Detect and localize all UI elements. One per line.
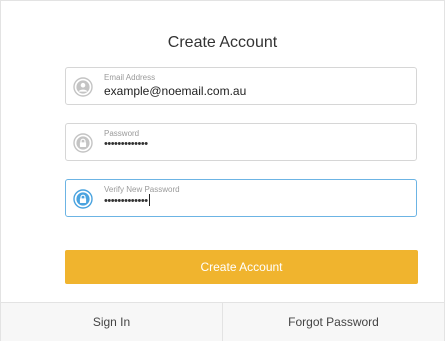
sign-in-link[interactable]: Sign In: [1, 303, 222, 341]
verify-password-value: •••••••••••••: [104, 195, 148, 207]
footer-links: Sign In Forgot Password: [1, 302, 444, 341]
page-title: Create Account: [167, 34, 278, 51]
create-account-card: Create Account Email Address example@noe…: [0, 0, 445, 341]
email-value: example@noemail.com.au: [104, 84, 247, 98]
text-caret: [148, 194, 150, 206]
verify-password-label: Verify New Password: [104, 185, 180, 194]
email-field[interactable]: Email Address example@noemail.com.au: [65, 67, 417, 105]
password-value: •••••••••••••: [104, 138, 148, 150]
create-account-button[interactable]: Create Account: [65, 250, 418, 284]
user-icon: [73, 77, 93, 97]
password-field[interactable]: Password •••••••••••••: [65, 123, 417, 161]
password-label: Password: [104, 129, 140, 138]
email-label: Email Address: [104, 73, 156, 82]
verify-password-field[interactable]: Verify New Password •••••••••••••: [65, 179, 417, 217]
verify-password-value-wrap: •••••••••••••: [104, 194, 150, 207]
lock-icon: [73, 189, 93, 209]
lock-icon: [73, 133, 93, 153]
forgot-password-link[interactable]: Forgot Password: [222, 303, 444, 341]
